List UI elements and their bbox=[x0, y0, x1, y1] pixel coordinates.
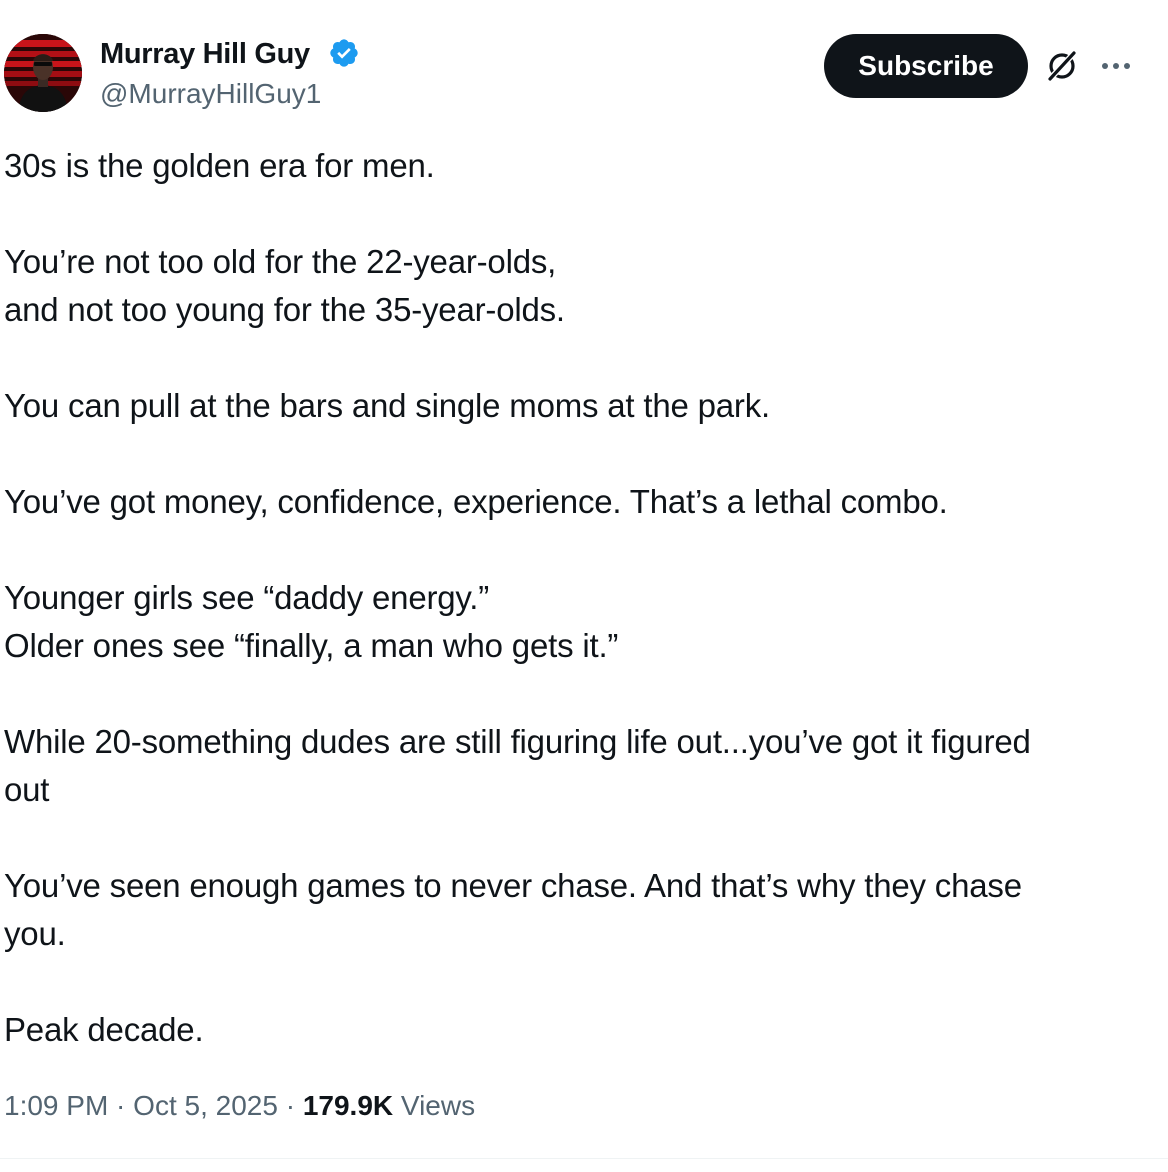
author-handle[interactable]: @MurrayHillGuy1 bbox=[100, 76, 321, 112]
tweet-paragraph: Peak decade. bbox=[4, 1011, 204, 1048]
profile-avatar[interactable] bbox=[4, 34, 82, 112]
tweet-date[interactable]: Oct 5, 2025 bbox=[133, 1090, 278, 1121]
more-options-icon[interactable] bbox=[1098, 50, 1134, 82]
views-label: Views bbox=[400, 1090, 476, 1121]
meta-separator: · bbox=[108, 1090, 134, 1121]
tweet-paragraph: You’ve got money, confidence, experience… bbox=[4, 483, 948, 520]
tweet-paragraph: You’re not too old for the 22-year-olds,… bbox=[4, 243, 565, 328]
tweet-paragraph: 30s is the golden era for men. bbox=[4, 147, 435, 184]
tweet-time[interactable]: 1:09 PM bbox=[4, 1090, 108, 1121]
views-count: 179.9K bbox=[302, 1090, 394, 1121]
avatar-image bbox=[4, 34, 82, 112]
grok-icon[interactable] bbox=[1044, 48, 1080, 84]
author-name[interactable]: Murray Hill Guy bbox=[100, 36, 310, 72]
tweet-paragraph: You’ve seen enough games to never chase.… bbox=[4, 867, 1022, 952]
divider bbox=[0, 1158, 1168, 1159]
verified-badge-icon[interactable] bbox=[328, 37, 360, 69]
tweet: Murray Hill Guy @MurrayHillGuy1 Subscrib… bbox=[0, 0, 1168, 1172]
subscribe-button[interactable]: Subscribe bbox=[824, 34, 1028, 98]
tweet-meta: 1:09 PM · Oct 5, 2025 · 179.9K Views bbox=[4, 1086, 475, 1126]
tweet-paragraph: Younger girls see “daddy energy.” Older … bbox=[4, 579, 619, 664]
tweet-paragraph: While 20-something dudes are still figur… bbox=[4, 723, 1031, 808]
tweet-paragraph: You can pull at the bars and single moms… bbox=[4, 387, 770, 424]
meta-separator: · bbox=[277, 1090, 303, 1121]
